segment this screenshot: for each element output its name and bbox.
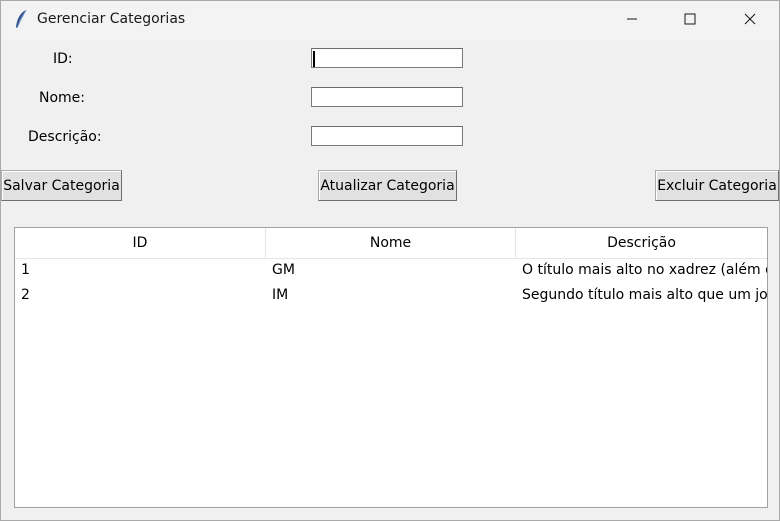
- cell-descricao: O título mais alto no xadrez (além do: [522, 262, 767, 278]
- column-header-nome[interactable]: Nome: [266, 228, 516, 258]
- close-icon: [744, 13, 756, 29]
- column-header-descricao[interactable]: Descrição: [516, 228, 767, 258]
- categories-table[interactable]: ID Nome Descrição 1 GM O título mais alt…: [14, 227, 768, 508]
- table-header: ID Nome Descrição: [15, 228, 767, 259]
- save-category-button[interactable]: Salvar Categoria: [1, 170, 122, 201]
- minimize-icon: [626, 13, 638, 29]
- window-title: Gerenciar Categorias: [37, 11, 186, 27]
- text-cursor: [313, 51, 315, 67]
- table-row[interactable]: 2 IM Segundo título mais alto que um jog…: [15, 283, 767, 308]
- table-row[interactable]: 1 GM O título mais alto no xadrez (além …: [15, 258, 767, 283]
- id-label: ID:: [53, 51, 73, 67]
- nome-field[interactable]: [311, 87, 463, 107]
- cell-id: 1: [21, 262, 30, 278]
- cell-descricao: Segundo título mais alto que um jogador: [522, 287, 767, 303]
- app-window: Gerenciar Categorias ID: Nome: Descrição…: [0, 0, 780, 521]
- cell-id: 2: [21, 287, 30, 303]
- maximize-button[interactable]: [661, 1, 719, 40]
- nome-label: Nome:: [39, 90, 86, 106]
- id-field[interactable]: [311, 48, 463, 68]
- update-category-button[interactable]: Atualizar Categoria: [318, 170, 457, 201]
- delete-category-button[interactable]: Excluir Categoria: [655, 170, 779, 201]
- minimize-button[interactable]: [603, 1, 661, 40]
- column-header-id[interactable]: ID: [15, 228, 266, 258]
- descricao-label: Descrição:: [28, 129, 102, 145]
- descricao-field[interactable]: [311, 126, 463, 146]
- cell-nome: IM: [272, 287, 289, 303]
- title-bar[interactable]: Gerenciar Categorias: [1, 1, 779, 40]
- close-button[interactable]: [721, 1, 779, 40]
- feather-icon: [13, 9, 29, 31]
- maximize-icon: [684, 13, 696, 29]
- cell-nome: GM: [272, 262, 295, 278]
